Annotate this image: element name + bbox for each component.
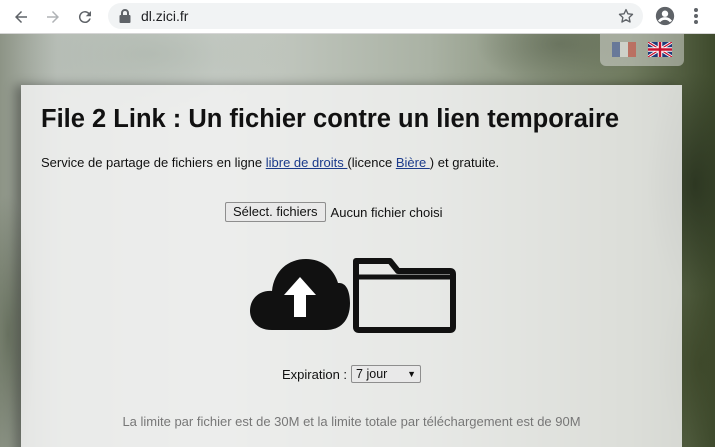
- biere-license-link[interactable]: Bière: [396, 155, 430, 170]
- file-status-text: Aucun fichier choisi: [330, 204, 443, 220]
- language-switcher: [600, 34, 684, 66]
- select-files-button[interactable]: Sélect. fichiers: [225, 202, 326, 222]
- star-icon[interactable]: [617, 7, 635, 25]
- back-button[interactable]: [9, 5, 33, 29]
- expiration-row: Expiration : 7 jour ▼: [282, 365, 422, 383]
- intro-text-middle: (licence: [347, 155, 396, 170]
- file-picker: Sélect. fichiers Aucun fichier choisi: [225, 202, 443, 222]
- main-panel: File 2 Link : Un fichier contre un lien …: [21, 85, 682, 447]
- folder-icon: [353, 258, 456, 333]
- arrow-left-icon: [15, 11, 27, 23]
- browser-toolbar: dl.zici.fr: [0, 0, 715, 34]
- url-text: dl.zici.fr: [141, 8, 189, 24]
- page-title: File 2 Link : Un fichier contre un lien …: [41, 105, 620, 133]
- expiration-select[interactable]: 7 jour ▼: [351, 365, 422, 383]
- lock-icon: [119, 9, 131, 23]
- cloud-upload-icon: [250, 259, 350, 330]
- forward-button[interactable]: [41, 5, 65, 29]
- libre-de-droits-link[interactable]: libre de droits: [266, 155, 348, 170]
- intro-text-start: Service de partage de fichiers en ligne: [41, 155, 266, 170]
- intro-text-end: ) et gratuite.: [429, 155, 500, 170]
- intro-text: Service de partage de fichiers en ligne …: [41, 155, 499, 170]
- limits-text: La limite par fichier est de 30M et la l…: [122, 414, 581, 429]
- page-viewport: File 2 Link : Un fichier contre un lien …: [0, 34, 715, 447]
- arrow-right-icon: [47, 11, 59, 23]
- reload-icon: [78, 11, 91, 24]
- kebab-menu-icon[interactable]: [688, 5, 704, 27]
- expiration-selected-value: 7 jour: [356, 367, 388, 381]
- flag-uk-icon[interactable]: [648, 42, 672, 57]
- dropdown-arrow-icon: ▼: [407, 369, 417, 379]
- account-circle-icon[interactable]: [654, 5, 676, 27]
- expiration-label: Expiration :: [282, 366, 348, 382]
- address-bar[interactable]: dl.zici.fr: [108, 3, 643, 29]
- flag-fr-icon[interactable]: [612, 42, 636, 57]
- reload-button[interactable]: [73, 5, 97, 29]
- upload-dropzone[interactable]: [250, 253, 460, 333]
